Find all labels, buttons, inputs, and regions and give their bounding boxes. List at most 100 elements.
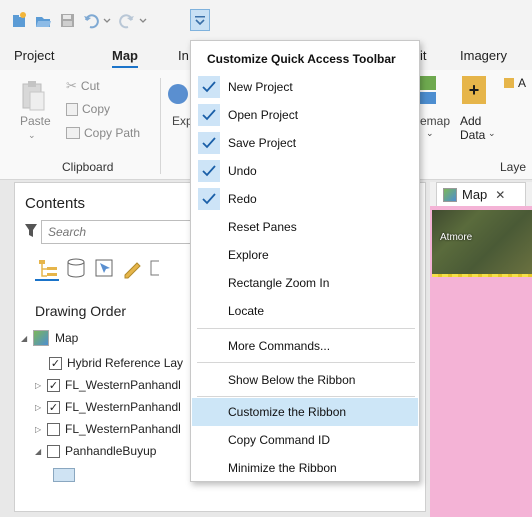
satellite-imagery: Atmore (432, 210, 532, 274)
basemap-icon[interactable] (420, 76, 438, 109)
menu-item-rectangle-zoom-in[interactable]: Rectangle Zoom In (192, 269, 418, 297)
menu-separator (197, 396, 415, 397)
basemap-button[interactable]: emap (420, 114, 450, 128)
menu-item-explore[interactable]: Explore (192, 241, 418, 269)
basemap-dropdown-icon[interactable]: ⌄ (426, 128, 434, 139)
layer-label: FL_WesternPanhandl (65, 378, 181, 392)
menu-item-locate[interactable]: Locate (192, 297, 418, 325)
layer-label: FL_WesternPanhandl (65, 422, 181, 436)
map-view[interactable]: Map ✕ Atmore (430, 182, 532, 517)
layer-row[interactable]: ✓ Hybrid Reference Lay (49, 353, 183, 373)
copy-path-icon (66, 127, 80, 139)
clipboard-group-label: Clipboard (62, 160, 114, 174)
expand-triangle-icon[interactable]: ▷ (35, 425, 47, 434)
add-data-button-label2[interactable]: Data (460, 128, 485, 142)
drawing-order-heading: Drawing Order (35, 303, 127, 319)
copy-icon (66, 102, 78, 116)
map-tab-icon (443, 187, 457, 202)
check-icon (198, 132, 220, 154)
contents-title: Contents (25, 195, 86, 212)
expand-triangle-icon[interactable]: ▷ (35, 381, 47, 390)
tab-map[interactable]: Map (112, 48, 138, 68)
copy-button[interactable]: Copy (66, 102, 110, 116)
paste-dropdown-icon[interactable]: ⌄ (28, 130, 36, 141)
list-by-selection-icon[interactable] (93, 257, 115, 279)
layer-row[interactable]: ▷ ✓ FL_WesternPanhandl (35, 397, 181, 417)
layer-visibility-checkbox[interactable] (47, 422, 60, 436)
symbol-swatch[interactable] (53, 468, 75, 482)
list-by-data-source-icon[interactable] (65, 257, 87, 279)
list-by-snapping-icon[interactable] (149, 257, 159, 279)
map-tab-label: Map (462, 187, 488, 202)
add-other-icon[interactable] (504, 78, 514, 88)
quick-access-toolbar (0, 0, 532, 40)
menu-item-show-below-ribbon[interactable]: Show Below the Ribbon (192, 366, 418, 394)
map-tab[interactable]: Map ✕ (436, 182, 526, 206)
tab-project[interactable]: Project (14, 48, 54, 63)
layer-row[interactable]: ◢ PanhandleBuyup (35, 441, 156, 461)
menu-separator (197, 328, 415, 329)
check-icon (198, 188, 220, 210)
list-by-drawing-order-icon[interactable] (37, 257, 59, 279)
copy-path-button[interactable]: Copy Path (66, 126, 140, 140)
add-data-icon[interactable]: + (462, 76, 486, 104)
close-icon[interactable]: ✕ (495, 188, 505, 202)
customize-qat-icon[interactable] (190, 9, 210, 31)
layer-visibility-checkbox[interactable] (47, 444, 60, 458)
menu-item-copy-command-id[interactable]: Copy Command ID (192, 426, 418, 454)
layer-visibility-checkbox[interactable]: ✓ (47, 378, 60, 392)
menu-item-minimize-ribbon[interactable]: Minimize the Ribbon (192, 454, 418, 482)
save-project-icon[interactable] (58, 11, 76, 29)
tab-insert-partial[interactable]: In (178, 48, 189, 63)
ribbon-separator (160, 78, 161, 174)
expand-triangle-icon[interactable]: ▷ (35, 403, 47, 412)
menu-separator (197, 362, 415, 363)
collapse-triangle-icon[interactable]: ◢ (21, 334, 33, 343)
menu-item-more-commands[interactable]: More Commands... (192, 332, 418, 360)
search-input[interactable] (42, 221, 195, 243)
filter-icon[interactable] (25, 224, 37, 241)
layer-row[interactable]: ▷ ✓ FL_WesternPanhandl (35, 375, 181, 395)
map-icon (33, 330, 49, 346)
cut-icon: ✂ (66, 78, 77, 93)
layer-group-label: Laye (500, 160, 527, 174)
search-field[interactable] (41, 220, 196, 244)
add-data-dropdown-icon[interactable]: ⌄ (488, 128, 496, 139)
menu-item-reset-panes[interactable]: Reset Panes (192, 213, 418, 241)
explore-icon[interactable] (168, 84, 188, 104)
menu-item-open-project[interactable]: Open Project (192, 101, 418, 129)
active-view-underline (35, 279, 59, 281)
menu-item-redo[interactable]: Redo (192, 185, 418, 213)
map-tree-item[interactable]: ◢ Map (21, 328, 78, 348)
menu-header: Customize Quick Access Toolbar (207, 52, 396, 66)
check-icon (198, 160, 220, 182)
undo-icon[interactable] (82, 11, 112, 29)
layer-visibility-checkbox[interactable]: ✓ (49, 356, 62, 370)
cut-button[interactable]: ✂ Cut (66, 78, 100, 94)
paste-button[interactable]: Paste (20, 114, 51, 128)
layer-label: FL_WesternPanhandl (65, 400, 181, 414)
menu-item-save-project[interactable]: Save Project (192, 129, 418, 157)
check-icon (198, 76, 220, 98)
layer-label: PanhandleBuyup (65, 444, 157, 458)
new-project-icon[interactable] (10, 11, 28, 29)
menu-item-new-project[interactable]: New Project (192, 73, 418, 101)
add-data-button[interactable]: Add (460, 114, 481, 128)
open-project-icon[interactable] (34, 11, 52, 29)
partial-ribbon-label[interactable]: A (518, 76, 526, 90)
layer-label: Hybrid Reference Lay (67, 356, 184, 370)
paste-icon[interactable] (20, 80, 46, 115)
tab-edit-partial[interactable]: it (420, 48, 427, 63)
tab-imagery[interactable]: Imagery (460, 48, 507, 63)
redo-icon[interactable] (118, 11, 148, 29)
map-tab-bar: Map ✕ (430, 182, 532, 206)
layer-row[interactable]: ▷ FL_WesternPanhandl (35, 419, 181, 439)
list-by-editing-icon[interactable] (121, 257, 143, 279)
map-place-label: Atmore (440, 232, 473, 243)
customize-qat-menu: Customize Quick Access Toolbar New Proje… (190, 40, 420, 482)
menu-item-customize-ribbon[interactable]: Customize the Ribbon (192, 398, 418, 426)
layer-visibility-checkbox[interactable]: ✓ (47, 400, 60, 414)
boundary-line (432, 274, 532, 277)
collapse-triangle-icon[interactable]: ◢ (35, 447, 47, 456)
menu-item-undo[interactable]: Undo (192, 157, 418, 185)
